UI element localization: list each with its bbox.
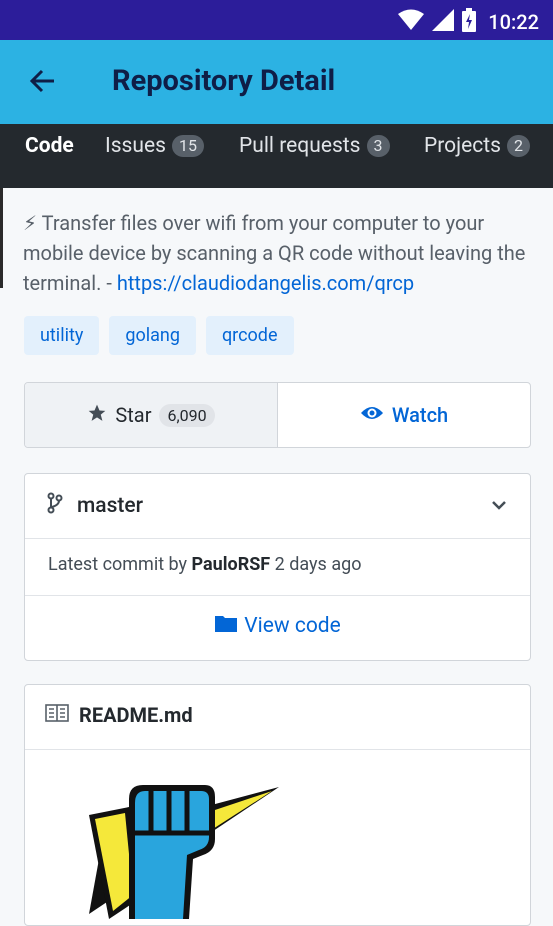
- wifi-icon: [398, 9, 425, 35]
- page-title: Repository Detail: [112, 64, 336, 98]
- signal-icon: [432, 9, 455, 35]
- battery-icon: [462, 8, 477, 36]
- status-bar: 10:22: [0, 0, 553, 40]
- commit-author: PauloRSF: [191, 554, 271, 575]
- folder-icon: [214, 613, 238, 639]
- status-time: 10:22: [488, 10, 539, 34]
- view-code-label: View code: [244, 614, 341, 638]
- tab-pull-requests[interactable]: Pull requests 3: [239, 134, 390, 158]
- app-bar: Repository Detail: [0, 40, 553, 124]
- star-icon: [87, 403, 107, 428]
- repo-actions: Star 6,090 Watch: [24, 382, 531, 448]
- back-arrow-icon[interactable]: [28, 66, 58, 100]
- readme-card: README.md: [24, 684, 531, 926]
- star-label: Star: [115, 403, 152, 427]
- tab-projects[interactable]: Projects 2: [424, 134, 530, 158]
- tab-bar: Code Issues 15 Pull requests 3 Projects …: [0, 124, 553, 188]
- repo-content: ⚡ Transfer files over wifi from your com…: [0, 188, 553, 926]
- repo-homepage-link[interactable]: https://claudiodangelis.com/qrcp: [117, 271, 414, 295]
- tab-issues[interactable]: Issues 15: [105, 134, 204, 158]
- repo-description: ⚡ Transfer files over wifi from your com…: [23, 208, 533, 298]
- star-count-badge: 6,090: [159, 403, 215, 427]
- watch-label: Watch: [391, 403, 449, 427]
- tab-label: Projects: [424, 134, 501, 158]
- eye-icon: [360, 403, 384, 427]
- commit-time: 2 days ago: [270, 554, 362, 575]
- latest-commit-row[interactable]: Latest commit by PauloRSF 2 days ago: [25, 538, 530, 596]
- issues-count-badge: 15: [171, 135, 204, 157]
- topic-list: utility golang qrcode: [24, 316, 294, 355]
- star-button[interactable]: Star 6,090: [25, 383, 278, 447]
- branch-name: master: [77, 494, 144, 518]
- view-code-button[interactable]: View code: [25, 595, 530, 659]
- chevron-down-icon: [490, 496, 508, 518]
- tab-label: Issues: [105, 134, 166, 158]
- pull-requests-count-badge: 3: [366, 135, 390, 157]
- topic-tag[interactable]: golang: [109, 316, 196, 355]
- tab-label: Code: [25, 134, 74, 158]
- topic-tag[interactable]: qrcode: [205, 316, 294, 355]
- projects-count-badge: 2: [507, 135, 530, 157]
- readme-title: README.md: [79, 703, 193, 727]
- git-branch-icon: [47, 492, 63, 520]
- branch-selector[interactable]: master: [25, 474, 530, 539]
- watch-button[interactable]: Watch: [278, 383, 530, 447]
- book-icon: [45, 703, 69, 727]
- tab-code[interactable]: Code: [25, 134, 74, 158]
- readme-header: README.md: [25, 685, 530, 750]
- branch-card: master Latest commit by PauloRSF 2 days …: [24, 473, 531, 661]
- commit-prefix: Latest commit by: [48, 554, 192, 575]
- topic-tag[interactable]: utility: [24, 316, 100, 355]
- tab-label: Pull requests: [239, 134, 361, 158]
- qrcp-logo-image: [89, 779, 289, 923]
